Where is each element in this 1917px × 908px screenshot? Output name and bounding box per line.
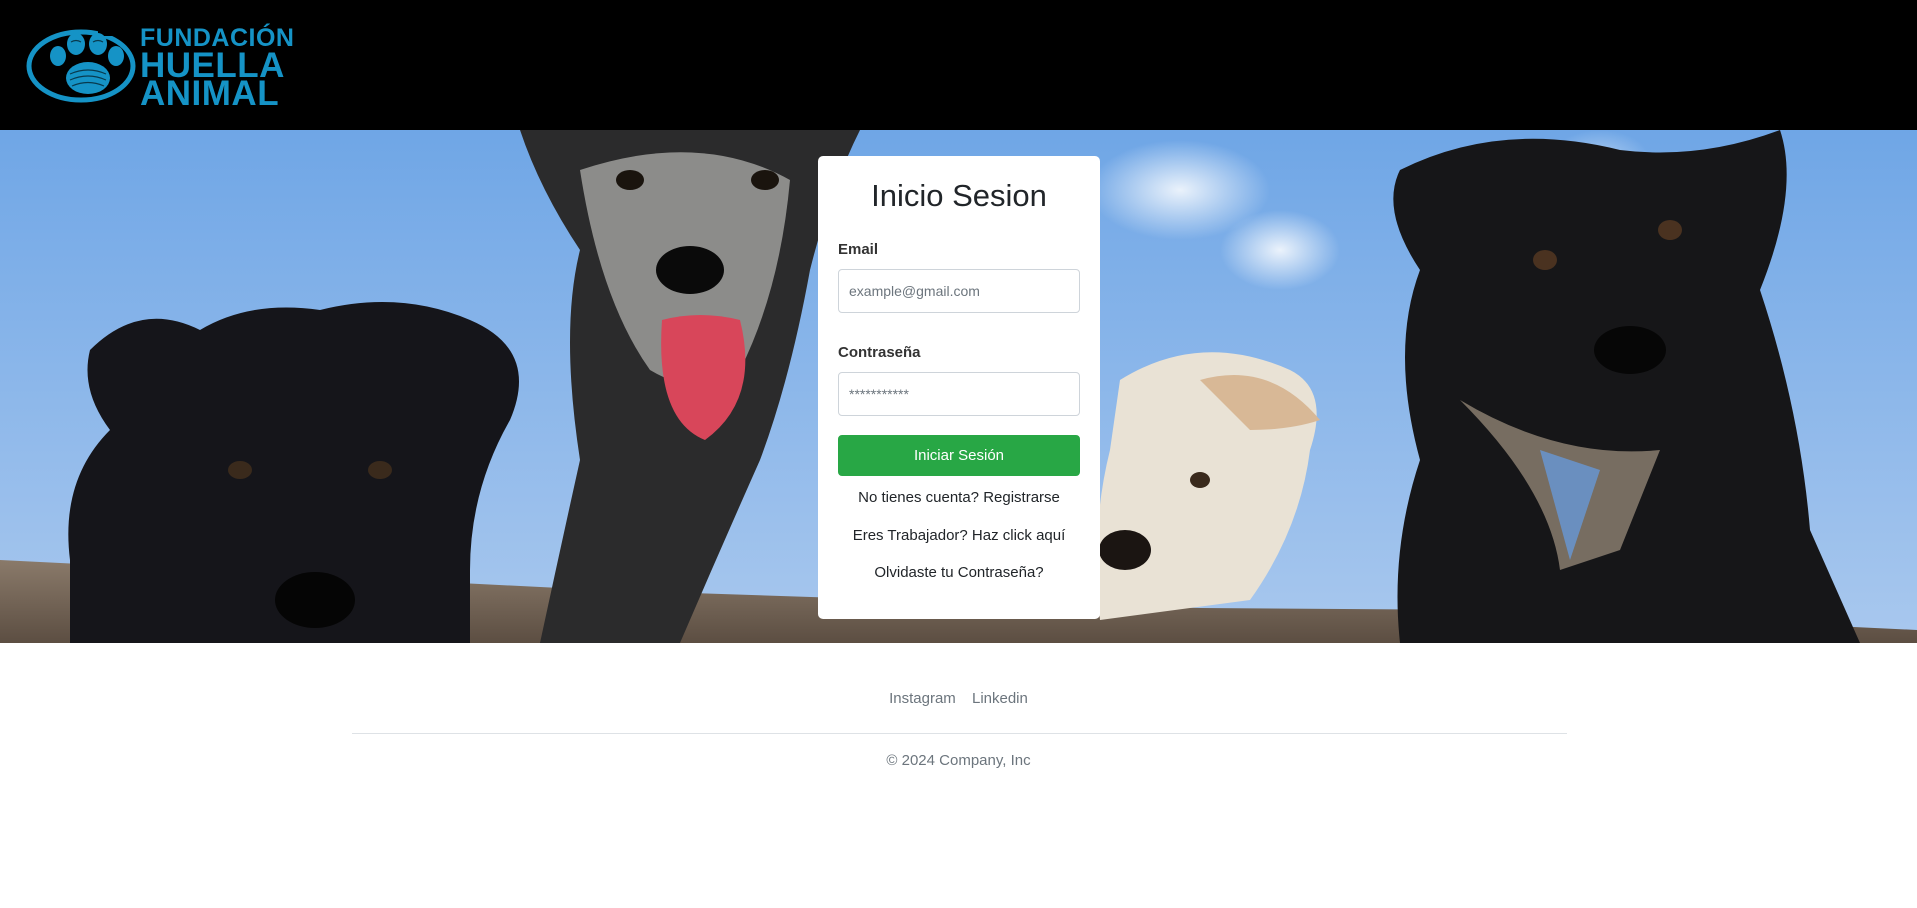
register-link[interactable]: No tienes cuenta? Registrarse: [838, 488, 1080, 508]
footer-nav: Instagram Linkedin: [0, 690, 1917, 707]
login-button[interactable]: Iniciar Sesión: [838, 435, 1080, 476]
forgot-password-link[interactable]: Olvidaste tu Contraseña?: [838, 563, 1080, 583]
login-form: Inicio Sesion Email Contraseña Iniciar S…: [818, 156, 1100, 619]
email-field[interactable]: [838, 269, 1080, 313]
footer-divider: [352, 733, 1567, 734]
worker-login-link[interactable]: Eres Trabajador? Haz click aquí: [838, 526, 1080, 546]
email-label: Email: [838, 241, 879, 258]
brand-logo[interactable]: FUNDACIÓN HUELLA ANIMAL: [26, 20, 294, 113]
footer-copyright: © 2024 Company, Inc: [886, 752, 1031, 769]
brand-line-3: ANIMAL: [140, 74, 280, 113]
page-title: Inicio Sesion: [871, 178, 1047, 213]
site-header: FUNDACIÓN HUELLA ANIMAL: [0, 0, 1917, 130]
password-field[interactable]: [838, 372, 1080, 416]
paw-print-logo-icon: [26, 24, 136, 103]
footer-link-instagram[interactable]: Instagram: [889, 690, 956, 707]
password-label: Contraseña: [838, 344, 921, 361]
footer-link-linkedin[interactable]: Linkedin: [972, 690, 1028, 707]
